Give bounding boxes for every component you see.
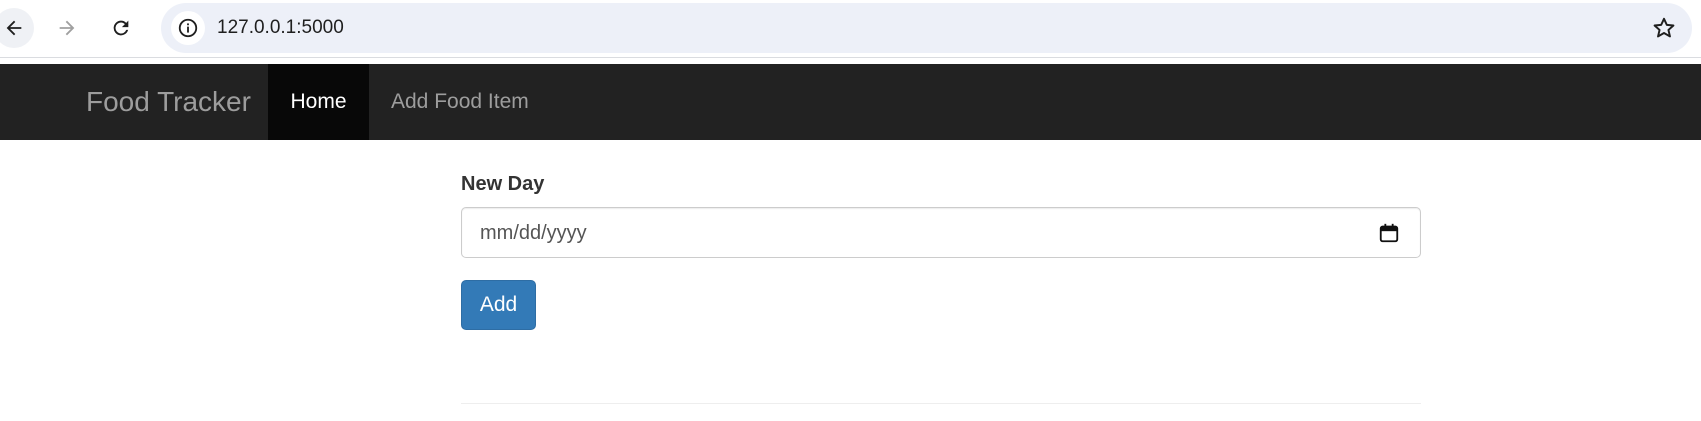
navbar: Food Tracker Home Add Food Item bbox=[0, 64, 1701, 140]
browser-toolbar: 127.0.0.1:5000 bbox=[0, 0, 1701, 58]
date-placeholder: mm/dd/yyyy bbox=[480, 222, 587, 244]
calendar-icon[interactable] bbox=[1378, 222, 1400, 244]
new-day-label: New Day bbox=[461, 173, 545, 195]
reload-button[interactable] bbox=[101, 8, 141, 48]
info-icon bbox=[178, 18, 198, 38]
add-button[interactable]: Add bbox=[461, 280, 536, 330]
site-info-button[interactable] bbox=[171, 11, 205, 45]
arrow-right-icon bbox=[59, 20, 75, 36]
bookmark-button[interactable] bbox=[1649, 13, 1679, 43]
date-input[interactable]: mm/dd/yyyy bbox=[461, 207, 1421, 258]
back-button[interactable] bbox=[0, 8, 34, 48]
address-bar[interactable]: 127.0.0.1:5000 bbox=[161, 3, 1692, 53]
brand-link[interactable]: Food Tracker bbox=[86, 86, 251, 118]
arrow-left-icon bbox=[6, 20, 22, 36]
reload-icon bbox=[113, 20, 129, 36]
divider bbox=[461, 403, 1421, 404]
url-text[interactable]: 127.0.0.1:5000 bbox=[217, 18, 344, 38]
nav-item-add-food-item[interactable]: Add Food Item bbox=[369, 64, 529, 140]
forward-button[interactable] bbox=[47, 8, 87, 48]
star-icon bbox=[1653, 17, 1675, 38]
nav-item-home[interactable]: Home bbox=[268, 64, 369, 140]
